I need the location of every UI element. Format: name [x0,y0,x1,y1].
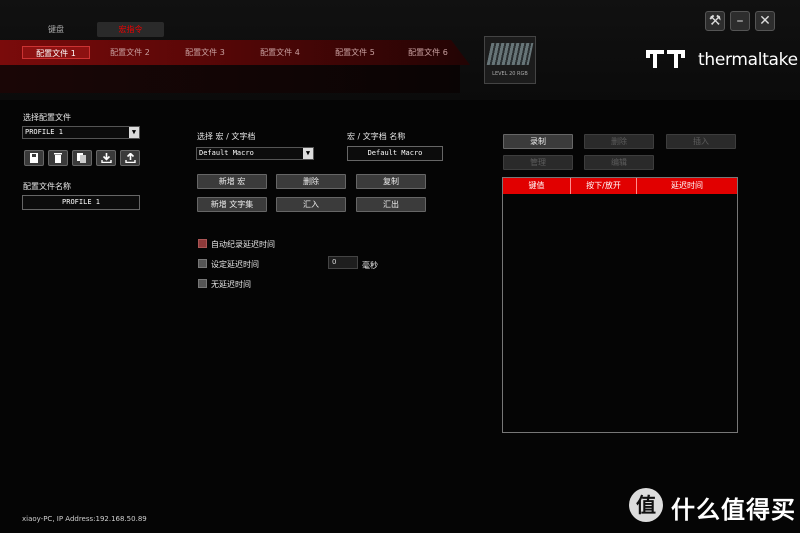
minimize-icon: – [736,13,744,29]
delay-unit-label: 毫秒 [362,261,378,270]
device-thumbnail[interactable]: LEVEL 20 RGB [484,36,536,84]
profile-tab-6[interactable]: 配置文件 6 [398,46,458,59]
profile-name-input[interactable]: PROFILE 1 [22,195,140,210]
macro-event-table[interactable]: 键值 按下/放开 延迟时间 [502,177,738,433]
table-header: 键值 按下/放开 延迟时间 [503,178,737,194]
new-text-button[interactable]: 新增 文字集 [197,197,267,212]
tt-logo-icon [646,50,685,68]
macro-select[interactable]: Default Macro ▼ [196,147,314,160]
set-delay-checkbox[interactable] [198,259,207,268]
profile-tab-1[interactable]: 配置文件 1 [22,46,90,59]
export-macro-button[interactable]: 汇出 [356,197,426,212]
profile-tab-2[interactable]: 配置文件 2 [100,46,160,59]
save-icon [30,153,38,163]
set-delay-label: 设定延迟时间 [211,260,259,269]
copy-icon [77,153,86,163]
device-label: LEVEL 20 RGB [492,71,528,77]
watermark-text: 什么值得买 [671,496,796,524]
profile-tab-5[interactable]: 配置文件 5 [325,46,385,59]
status-text: xiaoy-PC, IP Address:192.168.50.89 [22,515,147,523]
settings-button[interactable]: ⚒ [705,11,725,31]
macro-name-input[interactable]: Default Macro [347,146,443,161]
wrench-icon: ⚒ [708,13,722,29]
select-profile-label: 选择配置文件 [23,113,71,122]
profile-select-value: PROFILE 1 [25,128,63,136]
delete-record-button[interactable]: 删除 [584,134,654,149]
auto-record-checkbox[interactable] [198,239,207,248]
copy-macro-button[interactable]: 复制 [356,174,426,189]
import-macro-button[interactable]: 汇入 [276,197,346,212]
select-macro-label: 选择 宏 / 文字档 [197,132,256,141]
keyboard-image [486,43,534,65]
chevron-down-icon: ▼ [129,127,139,138]
delete-profile-button[interactable] [48,150,68,166]
macro-name-label: 宏 / 文字档 名称 [347,132,406,141]
trash-icon [54,153,62,163]
upload-icon [125,153,136,163]
column-delay: 延迟时间 [671,181,703,190]
watermark-logo-icon: 值 [629,488,663,522]
column-press-release: 按下/放开 [571,178,637,194]
tab-macro[interactable]: 宏指令 [97,22,164,37]
no-delay-label: 无延迟时间 [211,280,251,289]
delete-macro-button[interactable]: 删除 [276,174,346,189]
record-button[interactable]: 录制 [503,134,573,149]
export-profile-button[interactable] [120,150,140,166]
import-profile-button[interactable] [96,150,116,166]
save-profile-button[interactable] [24,150,44,166]
profile-tab-4[interactable]: 配置文件 4 [250,46,310,59]
close-icon: ✕ [759,13,771,29]
close-button[interactable]: ✕ [755,11,775,31]
profile-tab-3[interactable]: 配置文件 3 [175,46,235,59]
tab-keyboard[interactable]: 键盘 [30,22,82,37]
download-icon [101,153,112,163]
profile-select[interactable]: PROFILE 1 ▼ [22,126,140,139]
profile-strip [0,65,460,93]
delay-input[interactable]: 0 [328,256,358,269]
profile-name-label: 配置文件名称 [23,182,71,191]
chevron-down-icon: ▼ [303,148,313,159]
no-delay-checkbox[interactable] [198,279,207,288]
manage-record-button[interactable]: 管理 [503,155,573,170]
auto-record-label: 自动纪录延迟时间 [211,240,275,249]
new-macro-button[interactable]: 新增 宏 [197,174,267,189]
macro-select-value: Default Macro [199,149,254,157]
minimize-button[interactable]: – [730,11,750,31]
brand-name: thermaltake [698,50,798,70]
edit-record-button[interactable]: 编辑 [584,155,654,170]
column-key: 键值 [503,178,571,194]
svg-text:值: 值 [636,493,656,517]
copy-profile-button[interactable] [72,150,92,166]
insert-record-button[interactable]: 插入 [666,134,736,149]
